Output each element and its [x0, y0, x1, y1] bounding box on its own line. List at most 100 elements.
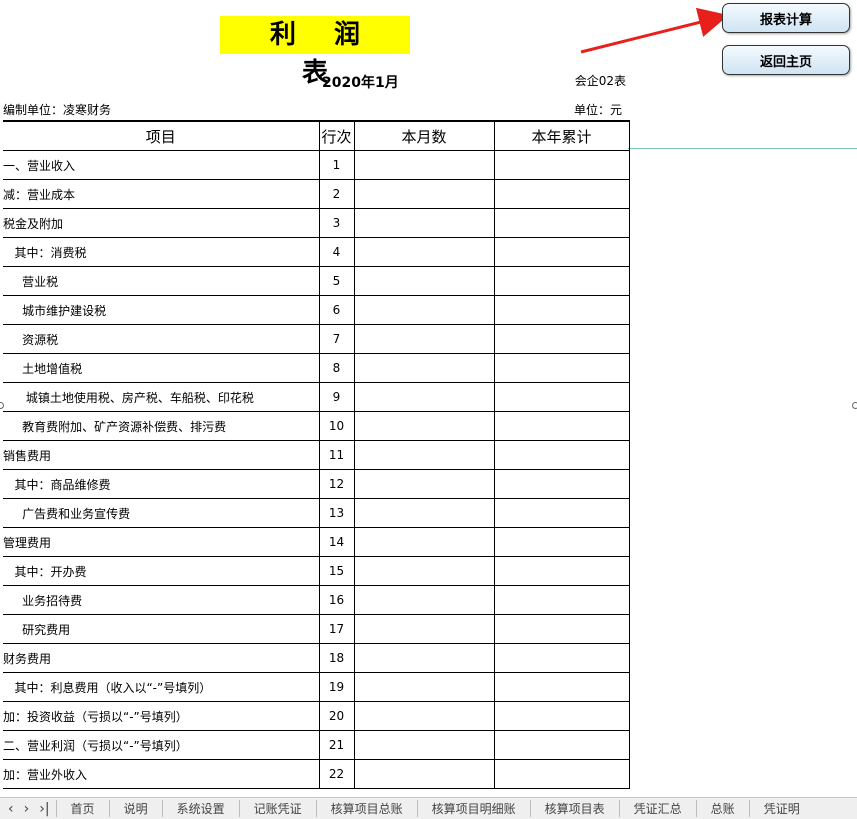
chevron-left-icon[interactable]: ‹: [8, 802, 14, 816]
row-line-cell[interactable]: 16: [318, 585, 355, 615]
row-line-cell[interactable]: 18: [318, 643, 355, 673]
row-month-cell[interactable]: [353, 353, 495, 383]
row-line-cell[interactable]: 6: [318, 295, 355, 325]
row-ytd-cell[interactable]: [493, 353, 630, 383]
return-home-button[interactable]: 返回主页: [722, 45, 850, 75]
row-ytd-cell[interactable]: [493, 759, 630, 789]
row-ytd-cell[interactable]: [493, 556, 630, 586]
row-item-cell[interactable]: 教育费附加、矿产资源补偿费、排污费: [3, 411, 320, 441]
row-item-cell[interactable]: 减：营业成本: [3, 179, 320, 209]
resize-handle-right[interactable]: [852, 402, 857, 409]
row-line-cell[interactable]: 12: [318, 469, 355, 499]
sheet-tab[interactable]: 系统设置: [161, 800, 239, 817]
sheet-tab[interactable]: 凭证汇总: [618, 800, 696, 817]
row-line-cell[interactable]: 17: [318, 614, 355, 644]
row-month-cell[interactable]: [353, 614, 495, 644]
sheet-tab[interactable]: 记账凭证: [238, 800, 316, 817]
row-ytd-cell[interactable]: [493, 150, 630, 180]
row-line-cell[interactable]: 7: [318, 324, 355, 354]
sheet-tab[interactable]: 核算项目明细账: [416, 800, 530, 817]
sheet-tab[interactable]: 凭证明: [748, 800, 814, 817]
row-line-cell[interactable]: 19: [318, 672, 355, 702]
row-ytd-cell[interactable]: [493, 614, 630, 644]
row-line-cell[interactable]: 14: [318, 527, 355, 557]
sheet-tab[interactable]: 核算项目表: [529, 800, 619, 817]
row-item-cell[interactable]: 广告费和业务宣传费: [3, 498, 320, 528]
row-ytd-cell[interactable]: [493, 179, 630, 209]
row-ytd-cell[interactable]: [493, 498, 630, 528]
row-item-cell[interactable]: 其中：商品维修费: [3, 469, 320, 499]
row-line-cell[interactable]: 4: [318, 237, 355, 267]
row-item-cell[interactable]: 研究费用: [3, 614, 320, 644]
row-item-cell[interactable]: 营业税: [3, 266, 320, 296]
row-month-cell[interactable]: [353, 672, 495, 702]
row-line-cell[interactable]: 21: [318, 730, 355, 760]
row-month-cell[interactable]: [353, 237, 495, 267]
row-item-cell[interactable]: 资源税: [3, 324, 320, 354]
row-month-cell[interactable]: [353, 295, 495, 325]
row-ytd-cell[interactable]: [493, 208, 630, 238]
row-item-cell[interactable]: 税金及附加: [3, 208, 320, 238]
row-month-cell[interactable]: [353, 498, 495, 528]
row-ytd-cell[interactable]: [493, 295, 630, 325]
row-month-cell[interactable]: [353, 208, 495, 238]
chevron-right-icon[interactable]: ›: [24, 802, 30, 816]
row-line-cell[interactable]: 22: [318, 759, 355, 789]
row-item-cell[interactable]: 加：营业外收入: [3, 759, 320, 789]
row-item-cell[interactable]: 土地增值税: [3, 353, 320, 383]
row-month-cell[interactable]: [353, 469, 495, 499]
row-month-cell[interactable]: [353, 440, 495, 470]
row-ytd-cell[interactable]: [493, 237, 630, 267]
row-item-cell[interactable]: 城镇土地使用税、房产税、车船税、印花税: [3, 382, 320, 412]
row-item-cell[interactable]: 城市维护建设税: [3, 295, 320, 325]
row-month-cell[interactable]: [353, 759, 495, 789]
row-month-cell[interactable]: [353, 585, 495, 615]
row-ytd-cell[interactable]: [493, 643, 630, 673]
row-item-cell[interactable]: 加：投资收益（亏损以“-”号填列）: [3, 701, 320, 731]
last-tab-icon[interactable]: ›|: [39, 802, 49, 816]
row-month-cell[interactable]: [353, 179, 495, 209]
row-line-cell[interactable]: 2: [318, 179, 355, 209]
row-month-cell[interactable]: [353, 150, 495, 180]
row-line-cell[interactable]: 3: [318, 208, 355, 238]
calculate-report-button[interactable]: 报表计算: [722, 3, 850, 33]
row-month-cell[interactable]: [353, 701, 495, 731]
row-item-cell[interactable]: 二、营业利润（亏损以“-”号填列）: [3, 730, 320, 760]
row-month-cell[interactable]: [353, 527, 495, 557]
row-item-cell[interactable]: 管理费用: [3, 527, 320, 557]
row-month-cell[interactable]: [353, 411, 495, 441]
row-item-cell[interactable]: 一、营业收入: [3, 150, 320, 180]
row-item-cell[interactable]: 其中：利息费用（收入以“-”号填列）: [3, 672, 320, 702]
row-ytd-cell[interactable]: [493, 672, 630, 702]
sheet-tab[interactable]: 首页: [55, 800, 109, 817]
row-ytd-cell[interactable]: [493, 440, 630, 470]
sheet-tab[interactable]: 核算项目总账: [315, 800, 417, 817]
row-line-cell[interactable]: 10: [318, 411, 355, 441]
row-item-cell[interactable]: 其中：消费税: [3, 237, 320, 267]
row-month-cell[interactable]: [353, 643, 495, 673]
row-item-cell[interactable]: 销售费用: [3, 440, 320, 470]
sheet-tab[interactable]: 总账: [695, 800, 749, 817]
row-ytd-cell[interactable]: [493, 527, 630, 557]
row-ytd-cell[interactable]: [493, 730, 630, 760]
row-ytd-cell[interactable]: [493, 324, 630, 354]
row-ytd-cell[interactable]: [493, 469, 630, 499]
row-ytd-cell[interactable]: [493, 585, 630, 615]
row-line-cell[interactable]: 20: [318, 701, 355, 731]
row-month-cell[interactable]: [353, 730, 495, 760]
row-item-cell[interactable]: 其中：开办费: [3, 556, 320, 586]
row-month-cell[interactable]: [353, 324, 495, 354]
row-month-cell[interactable]: [353, 382, 495, 412]
row-month-cell[interactable]: [353, 556, 495, 586]
row-line-cell[interactable]: 5: [318, 266, 355, 296]
row-ytd-cell[interactable]: [493, 382, 630, 412]
row-line-cell[interactable]: 15: [318, 556, 355, 586]
row-item-cell[interactable]: 财务费用: [3, 643, 320, 673]
row-line-cell[interactable]: 13: [318, 498, 355, 528]
row-ytd-cell[interactable]: [493, 411, 630, 441]
sheet-tab[interactable]: 说明: [108, 800, 162, 817]
row-ytd-cell[interactable]: [493, 266, 630, 296]
row-line-cell[interactable]: 9: [318, 382, 355, 412]
row-line-cell[interactable]: 8: [318, 353, 355, 383]
row-month-cell[interactable]: [353, 266, 495, 296]
